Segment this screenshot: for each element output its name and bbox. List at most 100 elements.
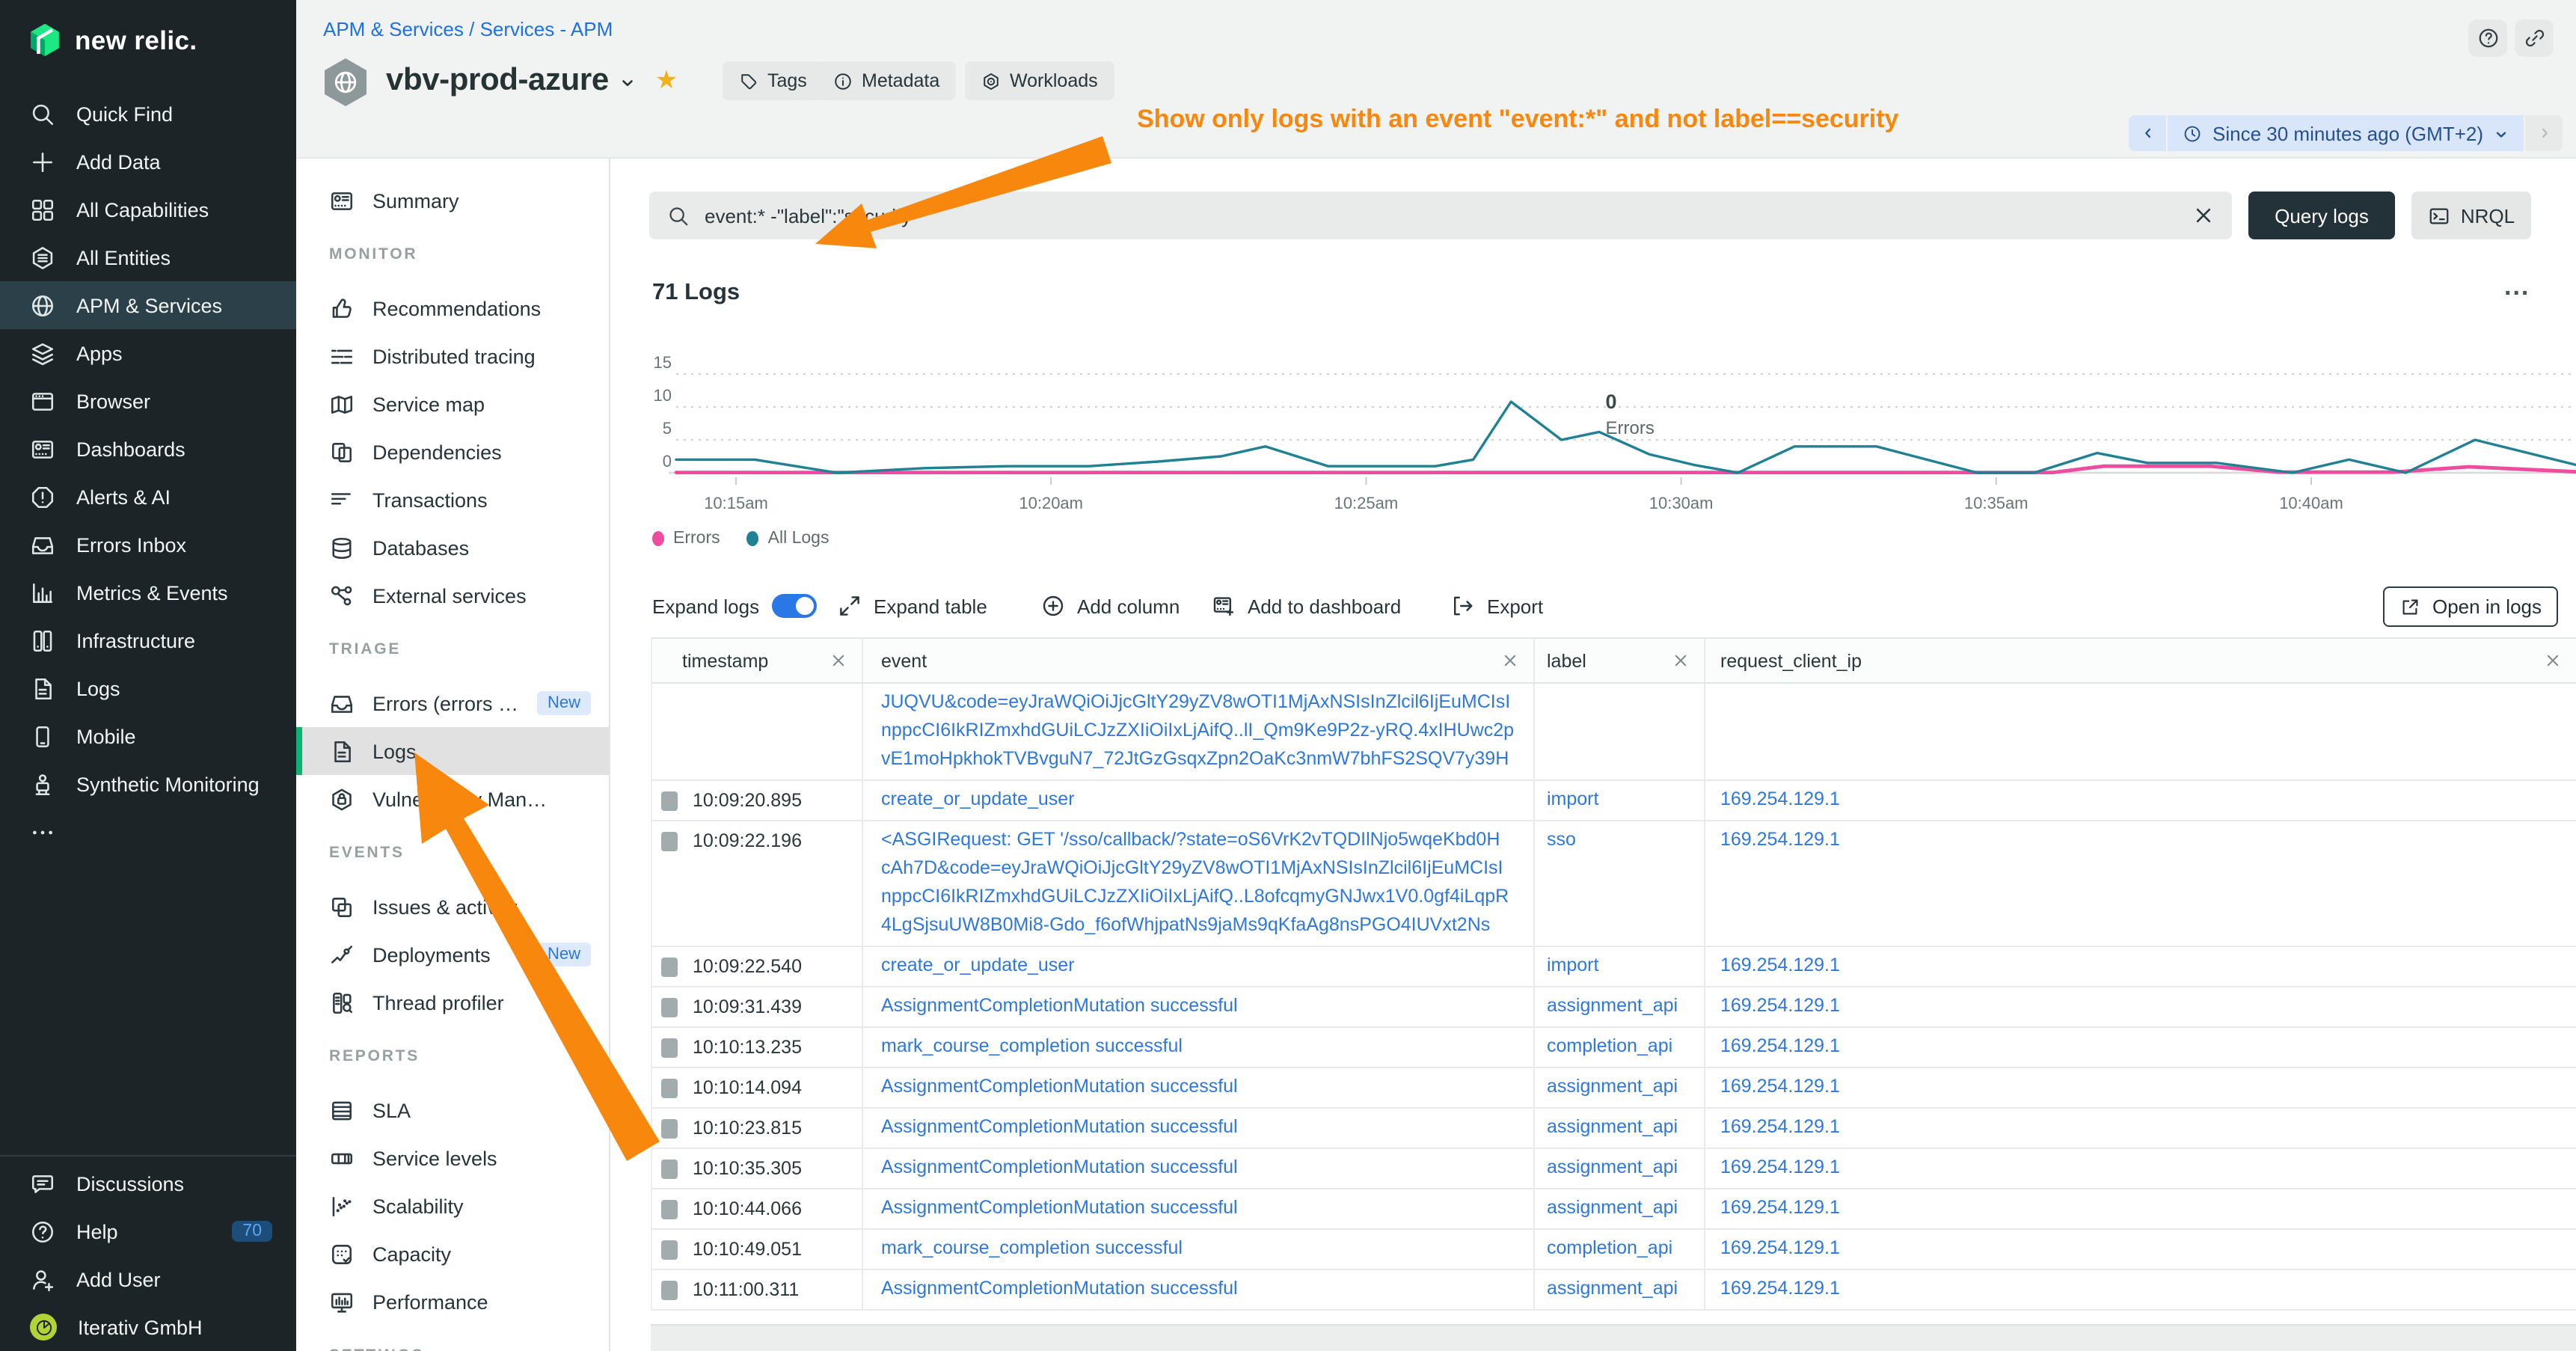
col-request-client-ip[interactable]: request_client_ip	[1705, 639, 2576, 682]
sidebar-item-deployments[interactable]: DeploymentsNew	[296, 931, 609, 978]
new-relic-logo[interactable]: new relic.	[27, 21, 197, 60]
sidebar-item-scalability[interactable]: Scalability	[296, 1182, 609, 1230]
sidebar-item-help[interactable]: Help70	[0, 1207, 296, 1255]
event-link[interactable]: 4LgSjsuUW8B0Mi8-Gdo_f6ofWhjpatNs9jaMs9qK…	[881, 911, 1533, 940]
event-link[interactable]: JUQVU&code=eyJraWQiOiJjcGltY29yZV8wOTI1M…	[881, 688, 1533, 717]
request-client-ip-link[interactable]: 169.254.129.1	[1720, 1237, 1840, 1258]
sidebar-item-infrastructure[interactable]: Infrastructure	[0, 616, 296, 664]
sidebar-item-discussions[interactable]: Discussions	[0, 1159, 296, 1207]
sidebar-item-summary[interactable]: Summary	[296, 177, 609, 224]
event-link[interactable]: cAh7D&code=eyJraWQiOiJjcGltY29yZV8wOTI1M…	[881, 854, 1533, 883]
help-button[interactable]	[2468, 19, 2507, 57]
label-link[interactable]: assignment_api	[1547, 1278, 1678, 1299]
event-link[interactable]: nppcCI6IkRIZmxhdGUiLCJzZXIiOiIxLjAifQ..l…	[881, 717, 1533, 745]
sidebar-item-all-entities[interactable]: All Entities	[0, 233, 296, 281]
sidebar-item-recommendations[interactable]: Recommendations	[296, 284, 609, 332]
col-timestamp[interactable]: timestamp	[652, 639, 863, 682]
add-to-dashboard-button[interactable]: Add to dashboard	[1212, 583, 1401, 628]
tags-button[interactable]: Tags	[723, 61, 824, 100]
legend-all-logs[interactable]: All Logs	[747, 530, 829, 548]
label-link[interactable]: completion_api	[1547, 1035, 1672, 1056]
time-back-button[interactable]	[2129, 115, 2166, 151]
sidebar-item-external-services[interactable]: External services	[296, 572, 609, 619]
query-logs-button[interactable]: Query logs	[2248, 192, 2395, 239]
breadcrumb-apm-services[interactable]: APM & Services	[323, 18, 464, 40]
request-client-ip-link[interactable]: 169.254.129.1	[1720, 1157, 1840, 1177]
sidebar-item-vulnerability-management[interactable]: Vulnerability Management	[296, 775, 609, 823]
remove-column-icon[interactable]	[2545, 652, 2561, 669]
label-link[interactable]: import	[1547, 955, 1598, 975]
log-row[interactable]: 10:10:35.305AssignmentCompletionMutation…	[652, 1149, 2576, 1189]
request-client-ip-link[interactable]: 169.254.129.1	[1720, 829, 1840, 850]
request-client-ip-link[interactable]: 169.254.129.1	[1720, 1278, 1840, 1299]
log-row[interactable]: 10:09:20.895create_or_update_userimport1…	[652, 781, 2576, 821]
event-link[interactable]: AssignmentCompletionMutation successful	[881, 1194, 1533, 1222]
breadcrumb-services-apm[interactable]: Services - APM	[480, 18, 613, 40]
label-link[interactable]: assignment_api	[1547, 1157, 1678, 1177]
request-client-ip-link[interactable]: 169.254.129.1	[1720, 995, 1840, 1016]
log-row[interactable]: 10:10:23.815AssignmentCompletionMutation…	[652, 1109, 2576, 1149]
nrql-button[interactable]: NRQL	[2411, 192, 2531, 239]
sidebar-item-dependencies[interactable]: Dependencies	[296, 428, 609, 476]
sidebar-item-capacity[interactable]: Capacity	[296, 1230, 609, 1278]
col-event[interactable]: event	[863, 639, 1535, 682]
sidebar-item-logs[interactable]: Logs	[296, 727, 609, 775]
metadata-button[interactable]: Metadata	[817, 61, 956, 100]
time-forward-button[interactable]	[2525, 115, 2563, 151]
sidebar-item-add-data[interactable]: Add Data	[0, 138, 296, 186]
clear-query-icon[interactable]	[2193, 205, 2214, 226]
sidebar-item-transactions[interactable]: Transactions	[296, 476, 609, 524]
event-link[interactable]: AssignmentCompletionMutation successful	[881, 992, 1533, 1020]
sidebar-item-mobile[interactable]: Mobile	[0, 712, 296, 760]
event-link[interactable]: create_or_update_user	[881, 952, 1533, 980]
request-client-ip-link[interactable]: 169.254.129.1	[1720, 1197, 1840, 1218]
remove-column-icon[interactable]	[830, 652, 847, 669]
add-column-button[interactable]: Add column	[1041, 583, 1180, 628]
event-link[interactable]: AssignmentCompletionMutation successful	[881, 1275, 1533, 1303]
sidebar-item-thread-profiler[interactable]: Thread profiler	[296, 978, 609, 1026]
sidebar-item-dashboards[interactable]: Dashboards	[0, 425, 296, 473]
log-row[interactable]: 10:09:22.196<ASGIRequest: GET '/sso/call…	[652, 821, 2576, 947]
workloads-button[interactable]: Workloads	[965, 61, 1114, 100]
log-query-input[interactable]: event:* -"label":"security"	[649, 192, 2232, 239]
sidebar-item-distributed-tracing[interactable]: Distributed tracing	[296, 332, 609, 380]
permalink-button[interactable]	[2515, 19, 2554, 57]
label-link[interactable]: assignment_api	[1547, 1197, 1678, 1218]
request-client-ip-link[interactable]: 169.254.129.1	[1720, 1035, 1840, 1056]
event-link[interactable]: vE1moHpkhokTVBvguN7_72JtGzGsqxZpn2OaKc3n…	[881, 745, 1533, 773]
entity-name[interactable]: vbv-prod-azure	[386, 63, 609, 99]
sidebar-item-all-capabilities[interactable]: All Capabilities	[0, 186, 296, 233]
sidebar-item-errors-inbox[interactable]: Errors Inbox	[0, 521, 296, 569]
log-row[interactable]: 10:10:44.066AssignmentCompletionMutation…	[652, 1189, 2576, 1230]
entity-dropdown-icon[interactable]	[619, 75, 636, 91]
sidebar-item-logs[interactable]: Logs	[0, 664, 296, 712]
open-in-logs-button[interactable]: Open in logs	[2383, 586, 2558, 627]
favorite-star-icon[interactable]: ★	[655, 66, 678, 96]
log-row[interactable]: 10:09:22.540create_or_update_userimport1…	[652, 947, 2576, 987]
label-link[interactable]: assignment_api	[1547, 1076, 1678, 1097]
log-row[interactable]: 10:09:31.439AssignmentCompletionMutation…	[652, 987, 2576, 1028]
sidebar-item-service-levels[interactable]: Service levels	[296, 1134, 609, 1182]
request-client-ip-link[interactable]: 169.254.129.1	[1720, 1076, 1840, 1097]
sidebar-item-metrics-events[interactable]: Metrics & Events	[0, 569, 296, 616]
legend-errors[interactable]: Errors	[652, 530, 720, 548]
request-client-ip-link[interactable]: 169.254.129.1	[1720, 1116, 1840, 1137]
label-link[interactable]: import	[1547, 788, 1598, 809]
sidebar-item-apm-services[interactable]: APM & Services	[0, 281, 296, 329]
sidebar-item-sla[interactable]: SLA	[296, 1086, 609, 1134]
sidebar-item-databases[interactable]: Databases	[296, 524, 609, 572]
sidebar-item-issues-activity[interactable]: Issues & activity	[296, 883, 609, 931]
event-link[interactable]: <ASGIRequest: GET '/sso/callback/?state=…	[881, 826, 1533, 854]
sidebar-item-browser[interactable]: Browser	[0, 377, 296, 425]
sidebar-item-performance[interactable]: Performance	[296, 1278, 609, 1326]
sidebar-item-synthetic-monitoring[interactable]: Synthetic Monitoring	[0, 760, 296, 808]
event-link[interactable]: nppcCI6IkRIZmxhdGUiLCJzZXIiOiIxLjAifQ..L…	[881, 883, 1533, 911]
time-range-button[interactable]: Since 30 minutes ago (GMT+2)	[2168, 115, 2524, 151]
col-label[interactable]: label	[1535, 639, 1705, 682]
log-row[interactable]: JUQVU&code=eyJraWQiOiJjcGltY29yZV8wOTI1M…	[652, 684, 2576, 781]
request-client-ip-link[interactable]: 169.254.129.1	[1720, 788, 1840, 809]
event-link[interactable]: mark_course_completion successful	[881, 1234, 1533, 1263]
sidebar-item-alerts-ai[interactable]: Alerts & AI	[0, 473, 296, 521]
export-button[interactable]: Export	[1451, 583, 1543, 628]
request-client-ip-link[interactable]: 169.254.129.1	[1720, 955, 1840, 975]
